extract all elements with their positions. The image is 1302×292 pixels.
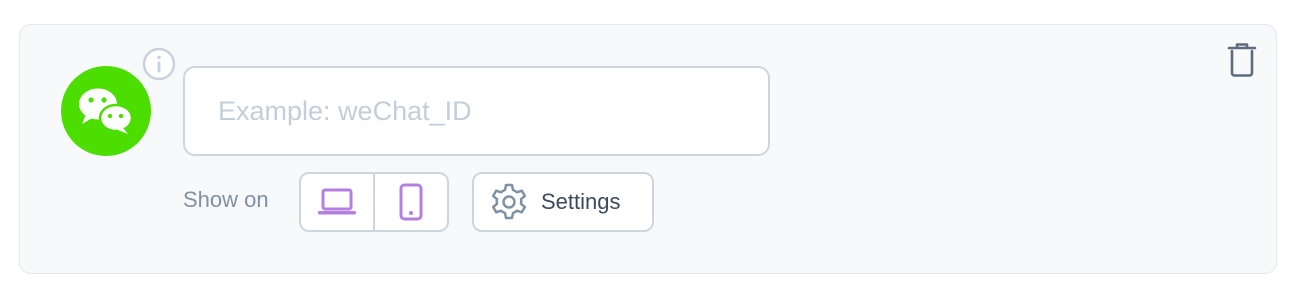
mobile-toggle-button[interactable] — [373, 174, 447, 230]
show-on-label: Show on — [183, 187, 269, 212]
trash-icon — [1227, 43, 1257, 77]
laptop-icon — [318, 188, 356, 215]
mobile-icon — [399, 183, 423, 221]
wechat-id-field[interactable] — [183, 66, 770, 156]
gear-icon — [491, 183, 527, 220]
settings-button[interactable]: Settings — [472, 172, 654, 232]
wechat-id-input[interactable] — [185, 68, 768, 154]
device-toggle-group — [299, 172, 449, 232]
desktop-toggle-button[interactable] — [301, 174, 373, 230]
settings-label: Settings — [541, 189, 621, 214]
delete-button[interactable] — [1222, 40, 1262, 80]
wechat-icon — [61, 66, 151, 156]
info-icon[interactable] — [142, 47, 176, 81]
